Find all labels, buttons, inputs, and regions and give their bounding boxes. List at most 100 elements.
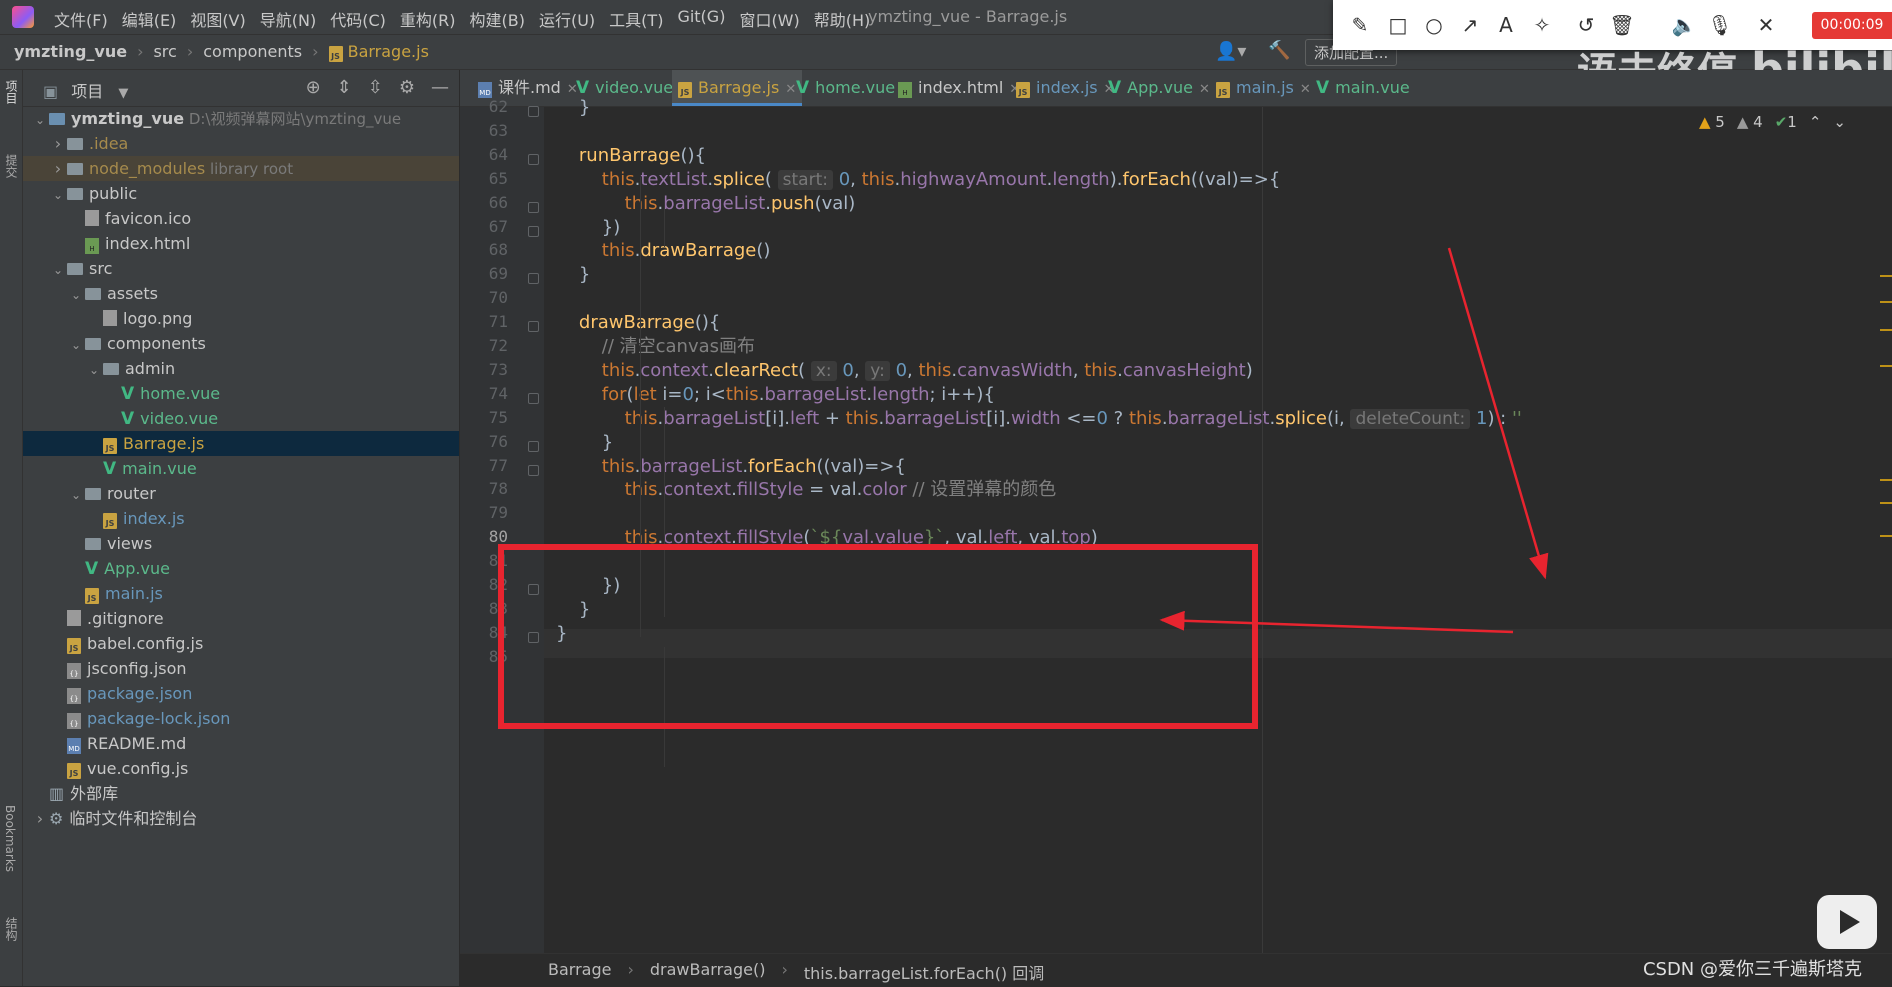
mic-icon[interactable]: 🎙 (1707, 12, 1733, 38)
tree-item[interactable]: Vvideo.vue (23, 406, 459, 431)
breadcrumb-method[interactable]: drawBarrage() (650, 960, 766, 984)
scroll-marker (1880, 479, 1892, 481)
commit-tool-tab[interactable]: 提交 (3, 154, 20, 178)
tree-item[interactable]: JS vue.config.js (23, 756, 459, 781)
trash-icon[interactable]: 🗑 (1609, 12, 1635, 38)
gear-icon[interactable]: ⚙ (399, 77, 415, 98)
menu-git[interactable]: Git(G) (677, 7, 725, 31)
weak-warning-count[interactable]: ▲ 4 (1737, 113, 1763, 131)
speaker-icon[interactable]: 🔈 (1671, 12, 1697, 38)
chevron-down-icon[interactable]: ⌄ (31, 108, 49, 133)
tree-item[interactable]: views (23, 531, 459, 556)
chevron-down-icon[interactable]: ⌄ (67, 283, 85, 308)
chevron-right-icon[interactable]: › (49, 131, 67, 156)
editor-tab[interactable]: JS Barrage.js ✕ (672, 70, 803, 106)
tree-item[interactable]: Vmain.vue (23, 456, 459, 481)
chevron-down-icon[interactable]: ⌄ (49, 183, 67, 208)
tree-item[interactable]: ⌄ router (23, 481, 459, 506)
tree-item[interactable]: ⌄ admin (23, 356, 459, 381)
crumb-src[interactable]: src (153, 42, 176, 62)
menu-build[interactable]: 构建(B) (470, 7, 525, 31)
tree-item[interactable]: V App.vue (23, 556, 459, 581)
bilibili-tv-icon[interactable] (1817, 895, 1877, 949)
crumb-components[interactable]: components (203, 42, 302, 62)
text-icon[interactable]: A (1493, 12, 1519, 38)
undo-icon[interactable]: ↺ (1573, 12, 1599, 38)
chevron-down-icon[interactable]: ⌄ (49, 258, 67, 283)
tree-item[interactable]: ⌄ assets (23, 281, 459, 306)
locate-icon[interactable]: ⊕ (306, 77, 321, 98)
project-tree: ⌄ ymzting_vue D:\视频弹幕网站\ymzting_vue › .idea… (23, 106, 459, 831)
close-tab-icon[interactable]: ✕ (1199, 82, 1210, 97)
ok-count[interactable]: ✔1 (1775, 113, 1797, 131)
arrow-icon[interactable]: ↗ (1457, 12, 1483, 38)
tree-item[interactable]: › .idea (23, 131, 459, 156)
tree-item[interactable]: JS index.js (23, 506, 459, 531)
menu-window[interactable]: 窗口(W) (739, 7, 799, 31)
tree-item[interactable]: JS Barrage.js (23, 431, 459, 456)
tree-item[interactable]: ▥ 外部库 (23, 781, 459, 806)
tree-item[interactable]: MD README.md (23, 731, 459, 756)
editor-tab[interactable]: V App.vue ✕ (1102, 70, 1216, 106)
project-panel-title[interactable]: ▣ 项目 ▼ (43, 78, 128, 102)
crumb-file[interactable]: JS Barrage.js (328, 42, 429, 62)
tree-item[interactable]: ⌄ public (23, 181, 459, 206)
chevron-up-icon[interactable]: ⌃ (1809, 113, 1822, 131)
menu-code[interactable]: 代码(C) (330, 7, 386, 31)
editor-tab[interactable]: JS main.js ✕ (1210, 70, 1317, 106)
menu-tools[interactable]: 工具(T) (609, 7, 663, 31)
folder-icon (67, 138, 83, 150)
menu-navigate[interactable]: 导航(N) (260, 7, 316, 31)
tree-item[interactable]: JS babel.config.js (23, 631, 459, 656)
menu-edit[interactable]: 编辑(E) (122, 7, 177, 31)
tree-item[interactable]: ⌄ ymzting_vue D:\视频弹幕网站\ymzting_vue (23, 106, 459, 131)
inspection-widget[interactable]: ▲ 5 ▲ 4 ✔1 ⌃ ⌄ (1699, 113, 1846, 131)
tree-item[interactable]: JS main.js (23, 581, 459, 606)
collapse-all-icon[interactable]: ⇳ (368, 77, 383, 98)
menu-refactor[interactable]: 重构(R) (400, 7, 456, 31)
bookmarks-tool-tab[interactable]: Bookmarks (3, 805, 17, 872)
breadcrumb-callback[interactable]: this.barrageList.forEach() 回调 (804, 960, 1044, 984)
tree-item[interactable]: {} jsconfig.json (23, 656, 459, 681)
warning-count[interactable]: ▲ 5 (1699, 113, 1725, 131)
build-hammer-icon[interactable]: 🔨 (1268, 40, 1290, 61)
crumb-project[interactable]: ymzting_vue (14, 42, 127, 62)
close-icon[interactable]: ✕ (1753, 12, 1779, 38)
tree-item[interactable]: › node_modules library root (23, 156, 459, 181)
chevron-down-icon[interactable]: ⌄ (67, 483, 85, 508)
chevron-right-icon: › (781, 960, 788, 979)
tree-item[interactable]: ⌄ components (23, 331, 459, 356)
tree-item[interactable]: ⌄ src (23, 256, 459, 281)
chevron-down-icon[interactable]: ⌄ (1833, 113, 1846, 131)
tree-item[interactable]: logo.png (23, 306, 459, 331)
chevron-right-icon[interactable]: › (31, 806, 49, 831)
rectangle-icon[interactable]: □ (1385, 12, 1411, 38)
circle-icon[interactable]: ○ (1421, 12, 1447, 38)
chevron-down-icon[interactable]: ⌄ (85, 358, 103, 383)
tree-item[interactable]: {} package.json (23, 681, 459, 706)
project-tool-tab[interactable]: 项目 (3, 80, 20, 104)
chevron-right-icon[interactable]: › (49, 156, 67, 181)
breadcrumb-class[interactable]: Barrage (548, 960, 611, 984)
chevron-down-icon[interactable]: ⌄ (67, 333, 85, 358)
editor-tab[interactable]: Vmain.vue (1310, 70, 1416, 106)
tree-item[interactable]: favicon.ico (23, 206, 459, 231)
expand-all-icon[interactable]: ⇕ (337, 77, 352, 98)
pencil-icon[interactable]: ✎ (1347, 12, 1373, 38)
code-editor[interactable]: 62 63 64 65 66 67 68 69 70 71 72 73 74 75 76 77 78 79 80 81… (460, 97, 1892, 953)
menu-help[interactable]: 帮助(H) (814, 7, 871, 31)
tree-item[interactable]: {} package-lock.json (23, 706, 459, 731)
menu-view[interactable]: 视图(V) (190, 7, 245, 31)
tree-item[interactable]: Vhome.vue (23, 381, 459, 406)
editor-tab[interactable]: Hindex.html ✕ (892, 70, 1026, 106)
menu-file[interactable]: 文件(F) (54, 7, 108, 31)
user-icon[interactable]: 👤▾ (1215, 41, 1246, 62)
tree-item[interactable]: › ⚙ 临时文件和控制台 (23, 806, 459, 831)
magic-icon[interactable]: ✧ (1529, 12, 1555, 38)
annotation-arrow-down (1447, 247, 1549, 580)
hide-icon[interactable]: — (431, 77, 449, 98)
structure-tool-tab[interactable]: 结构 (3, 917, 20, 941)
tree-item[interactable]: .gitignore (23, 606, 459, 631)
menu-run[interactable]: 运行(U) (539, 7, 595, 31)
tree-item[interactable]: Hindex.html (23, 231, 459, 256)
